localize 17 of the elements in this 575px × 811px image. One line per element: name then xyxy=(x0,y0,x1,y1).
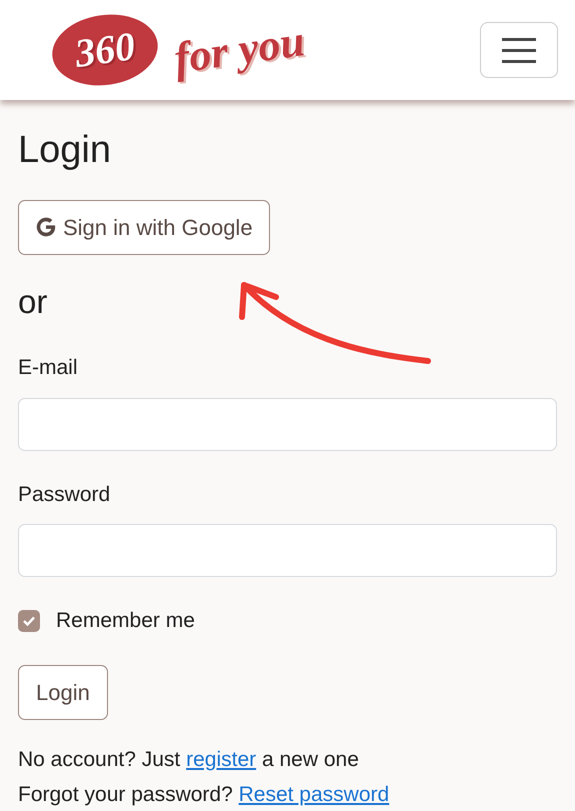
help-text: Forgot your password? Reset password xyxy=(18,782,390,808)
google-sign-in-button[interactable]: Sign in with Google xyxy=(18,200,270,255)
remember-checkbox[interactable] xyxy=(18,610,40,632)
checkbox-label: Remember me xyxy=(56,608,195,634)
text-link[interactable]: register xyxy=(186,748,256,771)
login-button[interactable]: Login xyxy=(18,664,108,720)
help-text: No account? Just register a new one xyxy=(18,746,360,773)
input-field[interactable] xyxy=(18,398,557,451)
google-icon xyxy=(35,216,57,238)
logo-text[interactable]: for you xyxy=(172,19,308,81)
field-label: E-mail xyxy=(18,355,78,382)
or-divider-text: or xyxy=(18,282,48,322)
text-link[interactable]: Reset password xyxy=(238,783,390,806)
menu-button[interactable] xyxy=(480,22,558,78)
field-label: Password xyxy=(18,482,110,508)
page-heading: Login xyxy=(18,128,112,173)
input-field[interactable] xyxy=(18,524,557,578)
